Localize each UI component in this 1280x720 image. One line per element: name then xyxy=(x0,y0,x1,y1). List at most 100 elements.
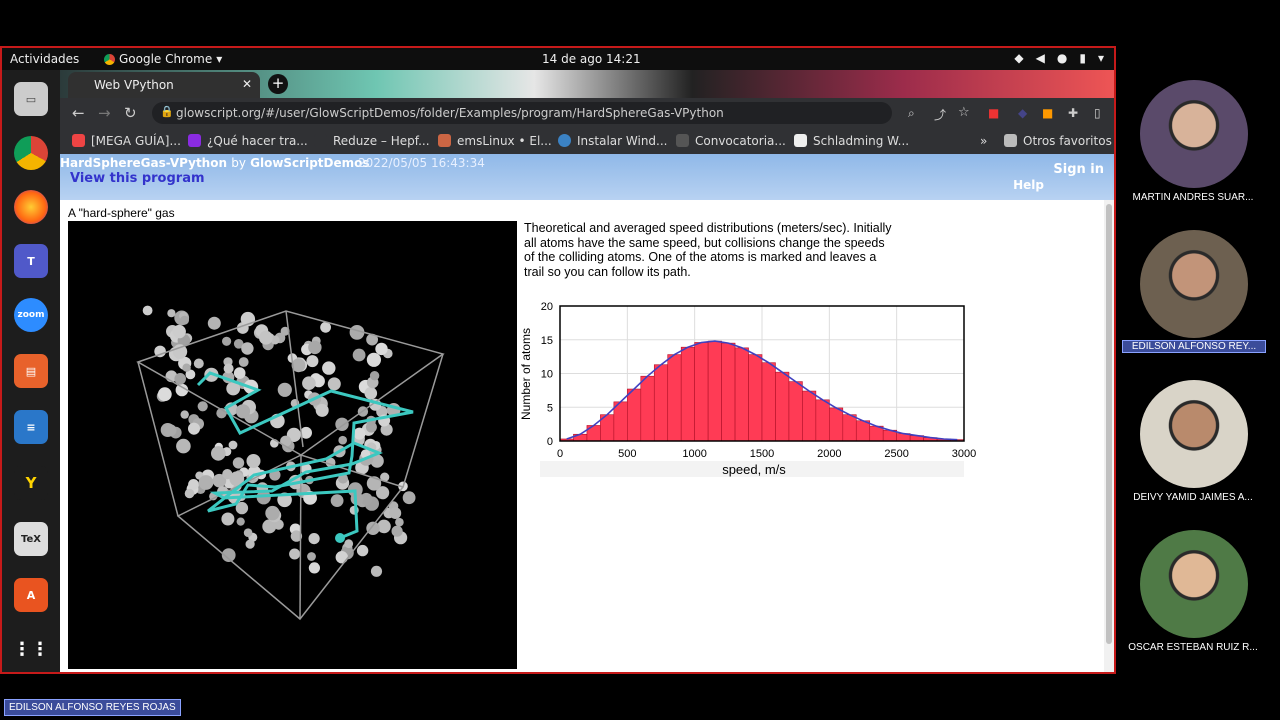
teams-icon[interactable]: T xyxy=(14,244,48,278)
atom-sphere xyxy=(188,479,199,490)
bookmark-item[interactable]: [MEGA GUÍA]... xyxy=(72,134,181,148)
y-tick-label: 10 xyxy=(541,369,553,381)
histogram-bar xyxy=(640,375,655,442)
atom-sphere xyxy=(167,309,176,318)
extension-icon-2[interactable]: ◆ xyxy=(1018,106,1027,120)
atom-sphere xyxy=(259,330,273,345)
zoom-icon-bar[interactable]: ⌕ xyxy=(908,106,915,121)
atom-sphere xyxy=(344,539,354,549)
web-page: HardSphereGas-VPython by GlowScriptDemos… xyxy=(60,154,1114,672)
tab-web-vpython[interactable]: Web VPython ✕ xyxy=(68,72,260,98)
firefox-icon[interactable] xyxy=(14,190,48,224)
atom-sphere xyxy=(233,367,246,379)
bookmark-item[interactable]: ¿Qué hacer tra... xyxy=(188,134,308,148)
atom-sphere xyxy=(193,358,204,369)
mic-icon: ● xyxy=(1056,51,1068,65)
x-tick-label: 500 xyxy=(618,448,636,460)
participant-name: MARTIN ANDRES SUAR... xyxy=(1132,192,1254,203)
close-icon[interactable]: ✕ xyxy=(242,77,252,91)
ubuntu-top-bar: Actividades Google Chrome ▾ 14 de ago 14… xyxy=(2,48,1114,70)
atom-sphere xyxy=(174,373,186,385)
bookmark-item[interactable]: Schladming W... xyxy=(794,134,909,148)
atom-sphere xyxy=(236,517,245,526)
clock[interactable]: 14 de ago 14:21 xyxy=(542,52,641,66)
x-tick-label: 1000 xyxy=(682,448,706,460)
program-link[interactable]: HardSphereGas-VPython xyxy=(60,156,227,170)
atom-sphere xyxy=(221,512,235,526)
activities-button[interactable]: Actividades xyxy=(10,52,79,66)
files-icon[interactable]: ▭ xyxy=(14,82,48,116)
extension-icon[interactable]: ■ xyxy=(988,106,999,120)
author-link[interactable]: GlowScriptDemos xyxy=(250,156,369,170)
forward-icon[interactable]: → xyxy=(98,104,111,122)
histogram-bar xyxy=(667,354,682,442)
atom-sphere xyxy=(245,539,255,549)
atom-sphere xyxy=(389,507,402,519)
atom-sphere xyxy=(327,377,341,391)
histogram-bar xyxy=(775,371,790,442)
atom-sphere xyxy=(369,371,380,381)
star-icon[interactable]: ☆ xyxy=(958,105,970,120)
atom-sphere xyxy=(330,494,344,507)
histogram-bar xyxy=(707,340,722,442)
bookmark-item[interactable]: Reduze – Hepf... xyxy=(314,134,430,148)
extension-icon-3[interactable]: ■ xyxy=(1042,106,1053,120)
share-icon[interactable]: ⤴ xyxy=(934,106,946,123)
atom-sphere xyxy=(370,565,383,577)
url-field[interactable]: 🔒 glowscript.org/#/user/GlowScriptDemos/… xyxy=(152,102,892,124)
app-grid-icon[interactable]: ⋮⋮ xyxy=(13,632,49,666)
reload-icon[interactable]: ↻ xyxy=(124,104,137,122)
power-icon: ▾ xyxy=(1097,51,1104,65)
program-title: HardSphereGas-VPython by GlowScriptDemos xyxy=(60,156,370,170)
impress-icon[interactable]: ▤ xyxy=(14,354,48,388)
atom-sphere xyxy=(157,387,172,402)
histogram-bar xyxy=(721,342,736,442)
zoom-icon[interactable]: zoom xyxy=(14,298,48,332)
new-tab-button[interactable]: + xyxy=(268,74,288,94)
bookmarks-bar: [MEGA GUÍA]... ¿Qué hacer tra... Reduze … xyxy=(60,128,1114,154)
histogram-bar xyxy=(761,362,776,442)
scrollbar-thumb[interactable] xyxy=(1106,204,1112,644)
bookmark-item[interactable]: Convocatoria... xyxy=(676,134,786,148)
tab-strip: Web VPython ✕ + xyxy=(60,70,1114,98)
software-center-icon[interactable]: A xyxy=(14,578,48,612)
atom-sphere xyxy=(338,435,348,445)
atom-sphere xyxy=(356,544,369,557)
page-scrollbar[interactable] xyxy=(1104,200,1114,672)
3d-scene-canvas[interactable] xyxy=(68,221,517,669)
sidepanel-icon[interactable]: ▯ xyxy=(1094,106,1101,120)
participant-name: OSCAR ESTEBAN RUIZ R... xyxy=(1128,642,1258,653)
lock-icon: 🔒 xyxy=(160,105,174,118)
atom-sphere xyxy=(223,363,234,374)
system-tray[interactable]: ◆ ◀ ● ▮ ▾ xyxy=(1014,51,1104,65)
atom-sphere xyxy=(235,404,251,419)
view-program-link[interactable]: View this program xyxy=(70,171,205,186)
atom-sphere xyxy=(182,363,191,372)
dock: ▭ T zoom ▤ ≡ Y TeX A ⋮⋮ xyxy=(2,70,60,672)
atom-sphere xyxy=(164,424,177,437)
wifi-icon: ◆ xyxy=(1014,51,1024,65)
atom-sphere xyxy=(352,348,366,362)
sign-in-link[interactable]: Sign in xyxy=(1053,162,1104,177)
x-axis-label: speed, m/s xyxy=(722,462,786,477)
back-icon[interactable]: ← xyxy=(72,104,85,122)
address-bar-row: ← → ↻ 🔒 glowscript.org/#/user/GlowScript… xyxy=(60,98,1114,128)
app-menu[interactable]: Google Chrome ▾ xyxy=(104,52,222,66)
bookmark-item[interactable]: Instalar Wind... xyxy=(558,134,668,148)
puzzle-icon[interactable]: ✚ xyxy=(1068,106,1078,120)
texmaker-icon[interactable]: TeX xyxy=(14,522,48,556)
atom-sphere xyxy=(180,410,189,419)
avatar xyxy=(1140,380,1248,488)
atom-sphere xyxy=(322,361,336,375)
speed-distribution-chart: 0 5 10 15 20 0 500 1000 1500 2000 2500 3000 Number… xyxy=(519,301,976,477)
bookmarks-overflow-icon[interactable]: » xyxy=(980,134,987,148)
url-text: glowscript.org/#/user/GlowScriptDemos/fo… xyxy=(176,106,724,120)
writer-icon[interactable]: ≡ xyxy=(14,410,48,444)
y-tick-label: 0 xyxy=(547,436,553,448)
yandex-music-icon[interactable]: Y xyxy=(14,466,48,500)
atom-sphere xyxy=(172,324,186,339)
bookmark-folder[interactable]: Otros favoritos xyxy=(1004,134,1112,148)
chrome-icon[interactable] xyxy=(14,136,48,170)
help-link[interactable]: Help xyxy=(1013,178,1044,192)
bookmark-item[interactable]: emsLinux • El... xyxy=(438,134,552,148)
